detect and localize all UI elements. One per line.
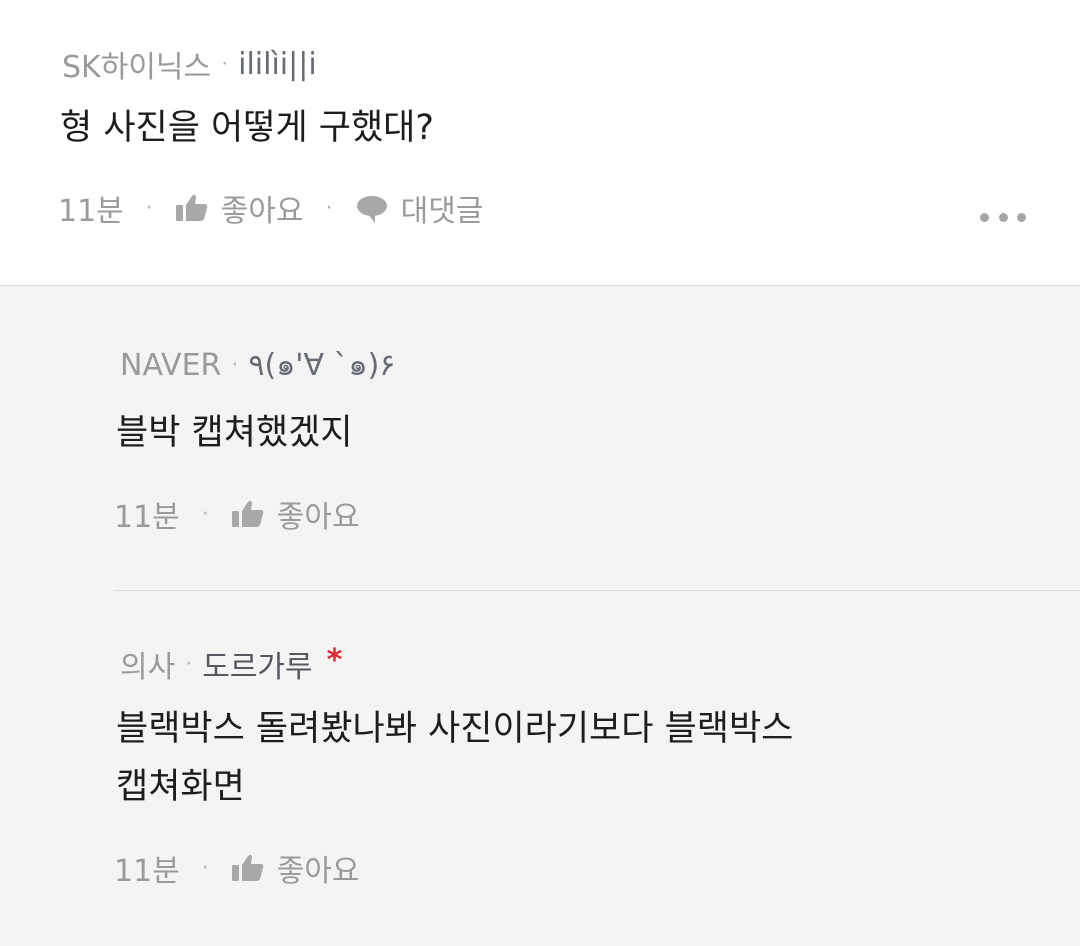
reply-meta: 의사 · 도르가루 * <box>120 642 342 686</box>
thumbs-up-icon <box>231 853 265 883</box>
meta-separator: · <box>231 353 239 378</box>
action-separator: · <box>145 195 153 221</box>
like-button[interactable]: 좋아요 <box>231 846 360 890</box>
like-button[interactable]: 좋아요 <box>231 492 360 536</box>
like-label: 좋아요 <box>276 500 360 535</box>
nickname[interactable]: 도르가루 <box>202 642 312 686</box>
comment-actions: 11분 · 좋아요 · 대댓글 <box>58 186 483 230</box>
like-button[interactable]: 좋아요 <box>175 186 304 230</box>
reply-text-line1: 블랙박스 돌려봤나봐 사진이라기보다 블랙박스 <box>116 709 794 749</box>
reply-label: 대댓글 <box>400 194 484 229</box>
action-separator: · <box>201 501 209 527</box>
reply-text: 블박 캡쳐했겠지 <box>116 413 353 453</box>
nickname[interactable]: ٩(๑'∀ `๑)۶ <box>248 342 395 389</box>
reply-actions: 11분 · 좋아요 <box>114 492 360 536</box>
reply-text-line2: 캡쳐화면 <box>116 767 245 807</box>
more-dots-icon[interactable] <box>980 207 1026 227</box>
author-name[interactable]: 의사 <box>120 642 175 686</box>
reply-time: 11분 <box>114 854 180 889</box>
more-dot <box>980 212 989 222</box>
like-label: 좋아요 <box>220 194 304 229</box>
more-dot <box>998 212 1008 222</box>
reply-divider <box>114 590 1080 591</box>
comment-card: SK하이닉스 · ililìi||i 형 사진을 어떻게 구했대? 11분 · … <box>0 0 1080 286</box>
meta-separator: · <box>221 51 229 77</box>
action-separator: · <box>325 195 333 221</box>
more-dot <box>1017 212 1026 222</box>
like-label: 좋아요 <box>276 854 360 889</box>
reply-time: 11분 <box>114 500 180 535</box>
thumbs-up-icon <box>231 499 265 529</box>
speech-bubble-icon <box>355 193 389 223</box>
comment-thread: SK하이닉스 · ililìi||i 형 사진을 어떻게 구했대? 11분 · … <box>0 0 1080 946</box>
reply-list: NAVER · ٩(๑'∀ `๑)۶ 블박 캡쳐했겠지 11분 · 좋아요 의사… <box>0 286 1080 946</box>
author-name[interactable]: SK하이닉스 <box>62 42 211 86</box>
comment-time: 11분 <box>58 194 124 229</box>
thumbs-up-icon <box>175 193 209 223</box>
reply-meta: NAVER · ٩(๑'∀ `๑)۶ <box>120 342 395 389</box>
meta-separator: · <box>185 651 193 677</box>
author-name[interactable]: NAVER <box>120 348 221 383</box>
nickname[interactable]: ililìi||i <box>238 47 317 82</box>
comment-text: 형 사진을 어떻게 구했대? <box>60 108 434 148</box>
action-separator: · <box>201 855 209 881</box>
reply-actions: 11분 · 좋아요 <box>114 846 360 890</box>
author-badge: * <box>326 642 343 678</box>
reply-button[interactable]: 대댓글 <box>355 186 484 230</box>
comment-meta: SK하이닉스 · ililìi||i <box>62 42 317 86</box>
